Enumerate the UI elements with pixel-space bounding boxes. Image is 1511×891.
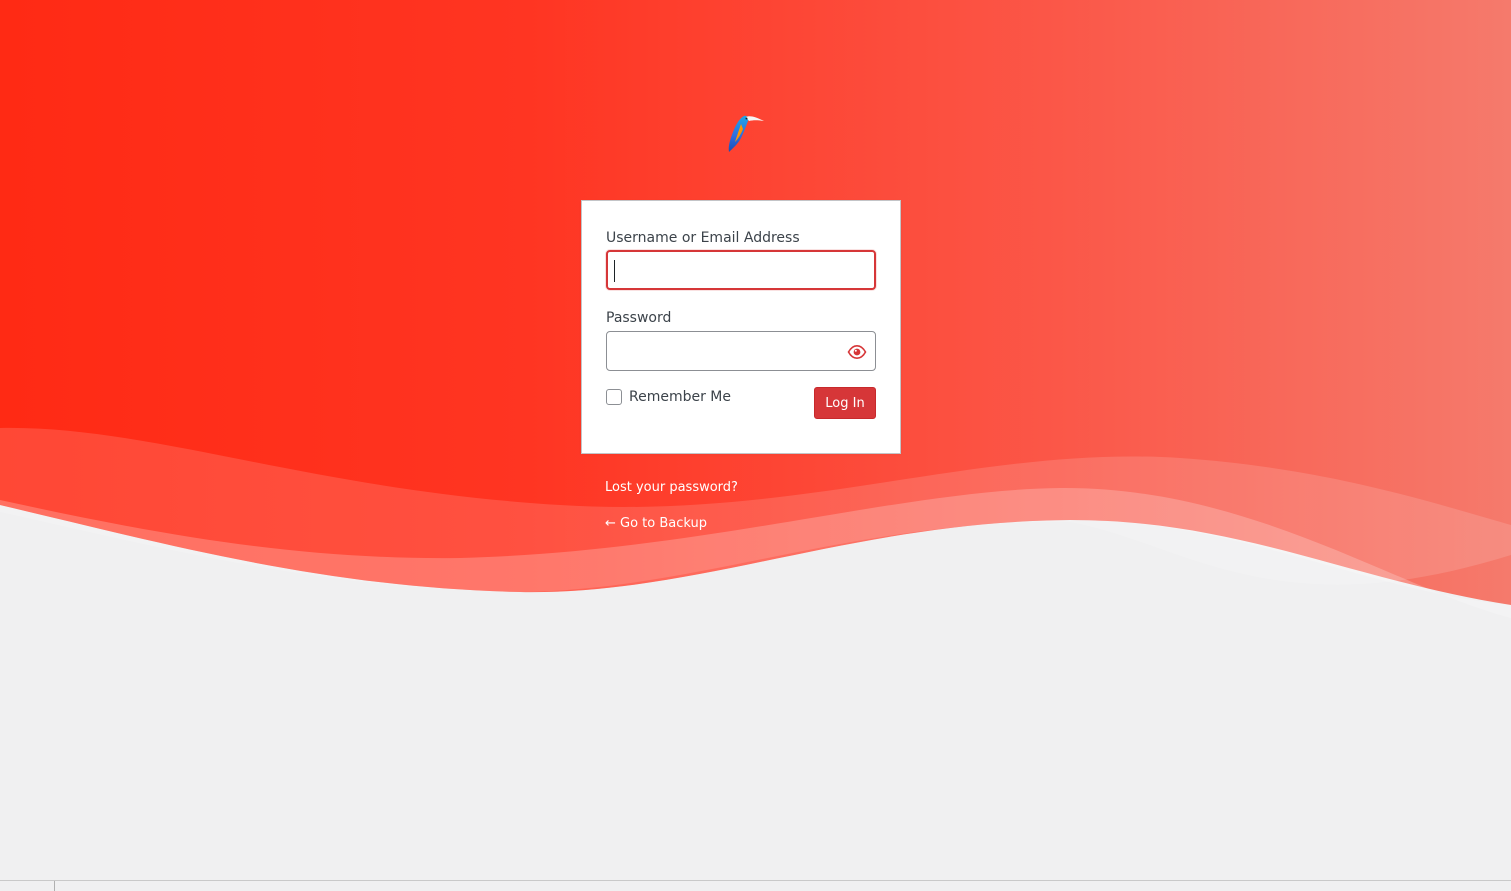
password-input[interactable]	[606, 331, 876, 371]
password-label: Password	[606, 310, 672, 326]
login-form: Username or Email Address Password Remem…	[581, 200, 901, 454]
remember-me: Remember Me	[606, 389, 731, 405]
eye-icon	[847, 344, 867, 360]
show-password-button[interactable]	[847, 342, 867, 362]
log-in-button[interactable]: Log In	[814, 387, 876, 419]
remember-me-label: Remember Me	[629, 389, 731, 405]
username-input[interactable]	[606, 250, 876, 290]
bottom-status-bar	[0, 880, 1511, 891]
remember-me-checkbox[interactable]	[606, 389, 622, 405]
kingfisher-logo-icon	[728, 115, 764, 152]
lost-password-link[interactable]: Lost your password?	[605, 480, 738, 495]
back-to-site-link[interactable]: ← Go to Backup	[605, 516, 707, 531]
username-label: Username or Email Address	[606, 230, 800, 246]
text-cursor	[614, 260, 615, 282]
